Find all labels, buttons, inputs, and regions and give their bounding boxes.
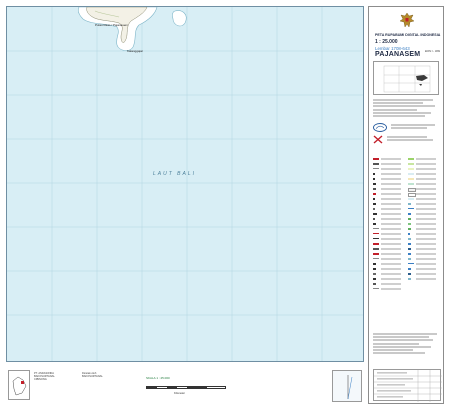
scale-bar <box>146 386 226 389</box>
scale-unit: Kilometer <box>174 392 185 395</box>
map-frame[interactable]: LAUT BALI Pulau Raas / Pajanasem Kalangg… <box>6 6 364 362</box>
map-scale: 1 : 25.000 <box>375 39 398 45</box>
series-title: PETA RUPABUMI DIGITAL INDONESIA <box>375 33 441 37</box>
map-info-text <box>373 99 439 118</box>
map-grid <box>7 7 363 361</box>
map-sheet: LAUT BALI Pulau Raas / Pajanasem Kalangg… <box>0 0 450 410</box>
island-label-2: Kalanggajar <box>127 49 144 53</box>
reef-patch <box>172 10 187 27</box>
legend-panel: PETA RUPABUMI DIGITAL INDONESIA 1 : 25.0… <box>368 6 444 404</box>
publisher-logos <box>373 123 439 133</box>
sheet-name: PAJANASEM <box>375 51 421 58</box>
logo-partner-icon <box>373 135 383 144</box>
info-table <box>373 369 442 402</box>
garuda-emblem-icon <box>399 12 415 28</box>
edition: EDISI I - 1999 <box>425 50 441 53</box>
island-label: Pulau Raas / Pajanasem <box>95 23 129 27</box>
sheet-index-diagram <box>373 61 439 95</box>
legend-symbols <box>373 157 441 327</box>
sea-label: LAUT BALI <box>153 171 197 177</box>
location-inset-map <box>8 370 30 400</box>
legend-column-left <box>373 157 406 292</box>
logo-bakosurtanal-icon <box>373 123 387 132</box>
partner-logos <box>373 135 439 145</box>
scale-caption: SKALA 1 : 25.000 <box>146 376 170 380</box>
map-notes <box>373 333 441 355</box>
bottom-strip: PT. ANDASWIDA BAKOSURTANAL CIBINONG Dice… <box>6 366 364 404</box>
declination-diagram <box>332 370 362 402</box>
printer-note: Dicetak oleh BAKOSURTANAL <box>82 372 103 379</box>
legend-column-right <box>408 157 441 282</box>
publisher-note: PT. ANDASWIDA BAKOSURTANAL CIBINONG <box>34 372 55 382</box>
